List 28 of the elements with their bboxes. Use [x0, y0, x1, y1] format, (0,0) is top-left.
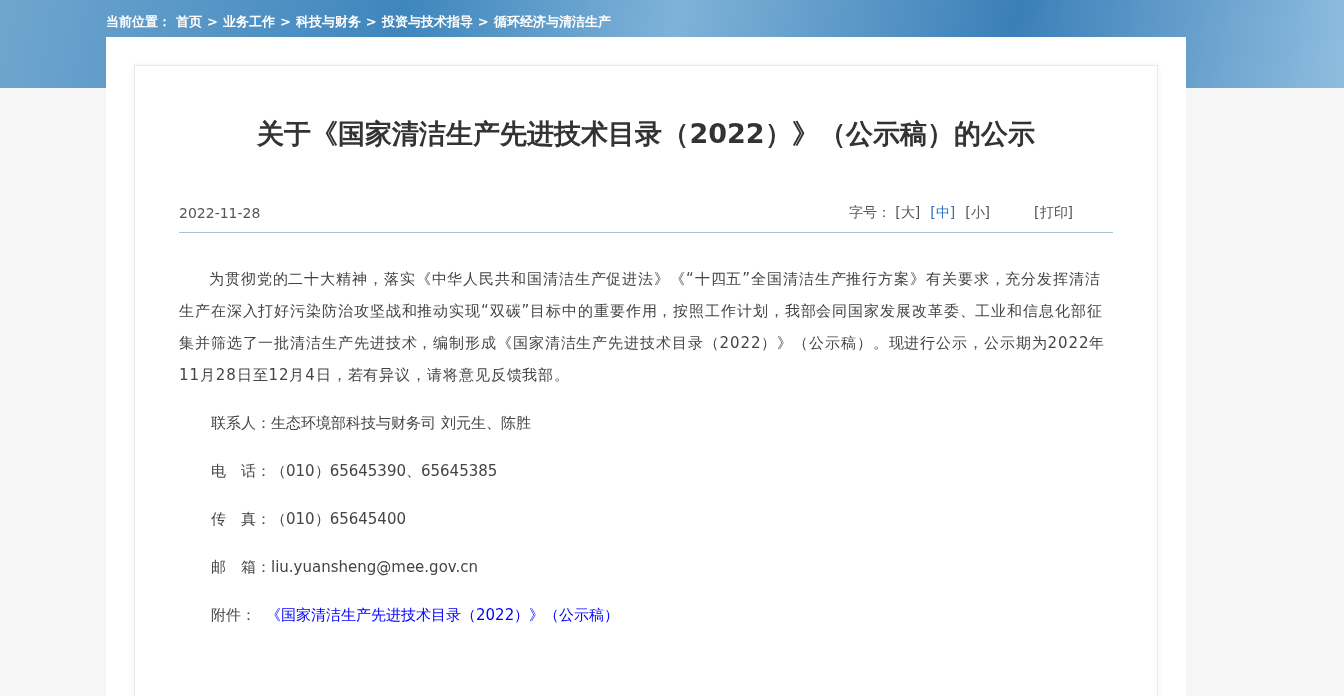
- article-title: 关于《国家清洁生产先进技术目录（2022）》（公示稿）的公示: [256, 117, 1036, 151]
- contact-value: （010）65645390、65645385: [271, 461, 498, 482]
- breadcrumb-link[interactable]: 首页: [176, 12, 202, 31]
- font-size-label: 字号：: [849, 204, 892, 222]
- attachment-link[interactable]: 《国家清洁生产先进技术目录（2022）》（公示稿）: [266, 599, 620, 631]
- contact-value: 生态环境部科技与财务司 刘元生、陈胜: [271, 413, 531, 434]
- font-size-option[interactable]: [小]: [965, 204, 991, 222]
- breadcrumb-link[interactable]: 投资与技术指导: [381, 12, 473, 31]
- breadcrumb-separator: >: [207, 14, 218, 29]
- breadcrumb-separator: >: [279, 14, 291, 29]
- breadcrumb-separator: >: [477, 14, 489, 29]
- font-size-option[interactable]: [大]: [895, 204, 921, 222]
- contact-value: liu.yuansheng@mee.gov.cn: [271, 557, 479, 578]
- contact-label: 传 真：: [211, 509, 271, 530]
- contact-label: 邮 箱：: [211, 557, 271, 578]
- contact-value: （010）65645400: [271, 509, 406, 530]
- breadcrumb-link[interactable]: 业务工作: [222, 12, 275, 31]
- article-paragraph: 为贯彻党的二十大精神，落实《中华人民共和国清洁生产促进法》《“十四五”全国清洁生产推行方案》有关要求，充分发挥清洁生产在深入打好污染防治攻坚战和推动实现“双碳”目标中的重要作用，按照工作计划，我部会同国家发展改革委、工业和信息化部征集并筛选了一批清洁生产先进技术，编制形成《国家清洁生产先进技术目录（2022）》（公示稿）。现进行公示，公示期为2022年11月28日至12月4日，若有异议，请将意见反馈我部。: [179, 269, 1107, 386]
- print-link[interactable]: [打印]: [1034, 204, 1073, 222]
- breadcrumb-label: 当前位置：: [106, 12, 171, 31]
- breadcrumb-link[interactable]: 循环经济与清洁生产: [493, 12, 611, 31]
- breadcrumb-link[interactable]: 科技与财务: [295, 12, 361, 31]
- contact-label: 联系人：: [211, 413, 271, 434]
- font-size-option[interactable]: [中]: [930, 204, 956, 222]
- breadcrumb-separator: >: [365, 14, 377, 29]
- contact-label: 附件：: [211, 605, 256, 626]
- publish-date: 2022-11-28: [179, 205, 261, 221]
- contact-label: 电 话：: [211, 461, 271, 482]
